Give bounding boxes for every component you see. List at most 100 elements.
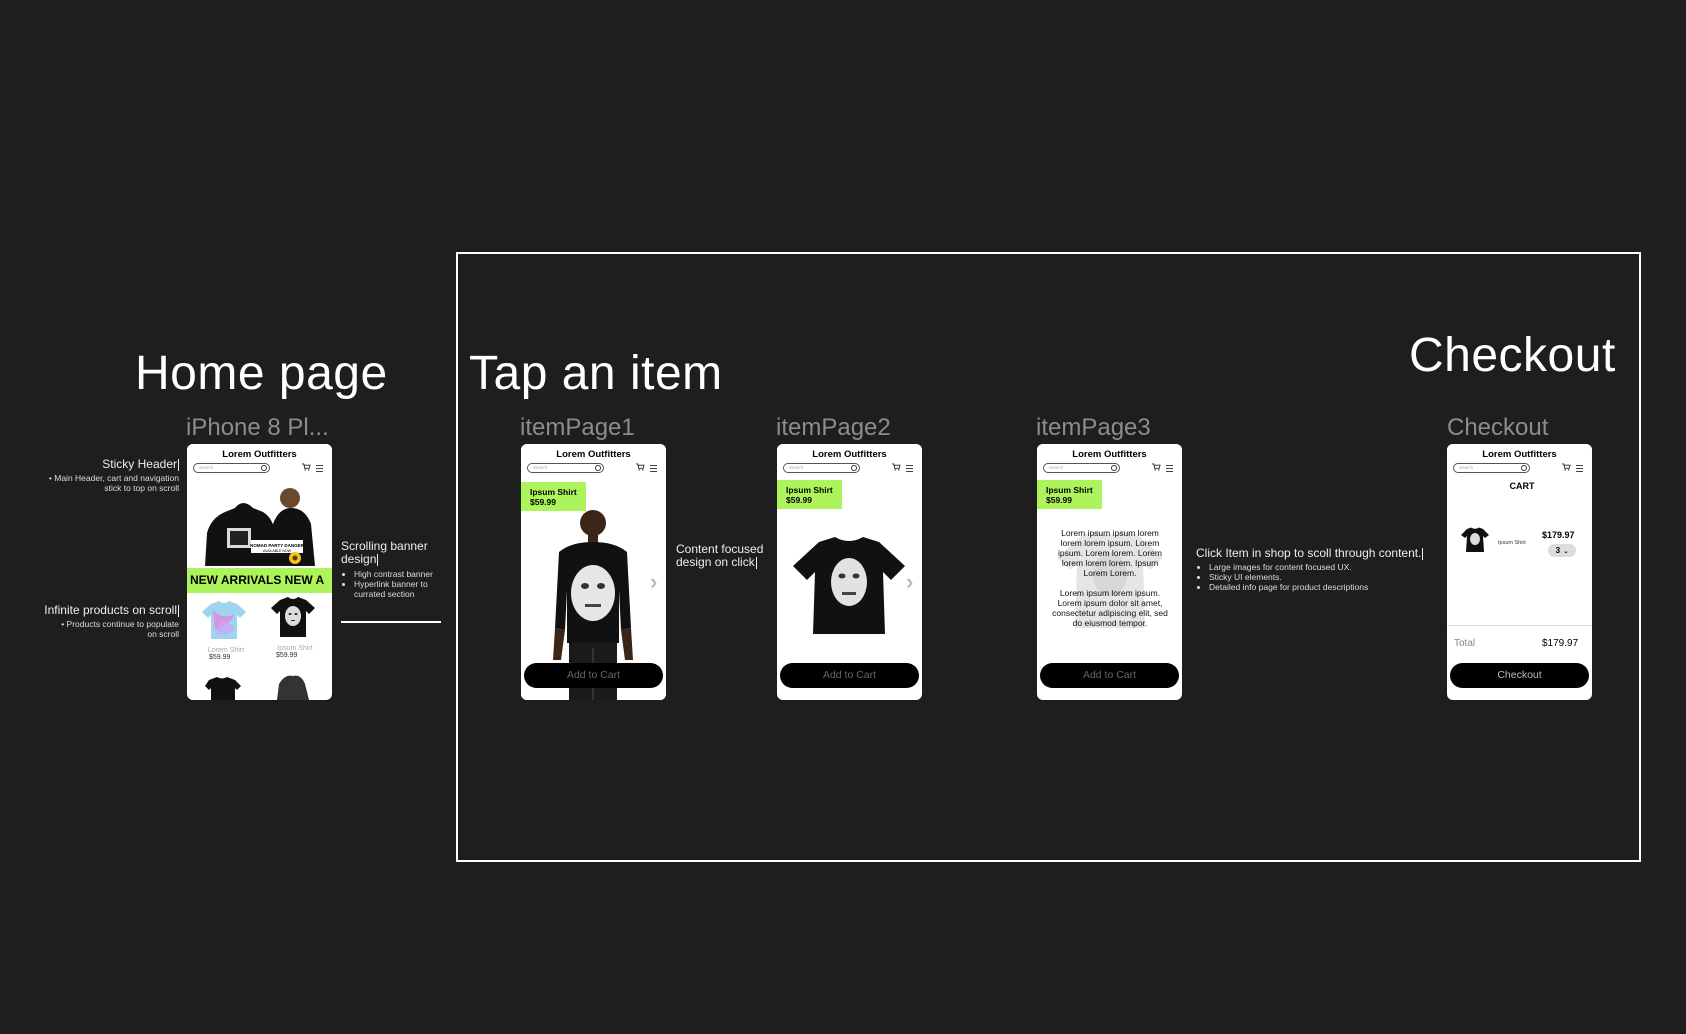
total-value: $179.97 bbox=[1542, 638, 1579, 649]
description-paragraph: Lorem ipsum lorem ipsum. Lorem ipsum dol… bbox=[1052, 588, 1168, 628]
cart-icon[interactable] bbox=[636, 463, 645, 471]
cart-icon[interactable] bbox=[1562, 463, 1571, 471]
frame-label-checkout: Checkout bbox=[1447, 414, 1549, 441]
search-icon bbox=[1521, 465, 1527, 471]
search-placeholder: Search bbox=[199, 465, 214, 470]
search-input[interactable]: Search bbox=[1043, 463, 1120, 473]
search-icon bbox=[1111, 465, 1117, 471]
svg-text:AVAILABLE NOW: AVAILABLE NOW bbox=[263, 549, 292, 553]
add-to-cart-button[interactable]: Add to Cart bbox=[1040, 663, 1179, 688]
svg-text:NOMAD PARTY DANGER: NOMAD PARTY DANGER bbox=[250, 543, 305, 548]
frame-label-item1: itemPage1 bbox=[520, 414, 635, 441]
note-infinite-bullet: Products continue to populate on scroll bbox=[66, 619, 179, 639]
frame-label-item3: itemPage3 bbox=[1036, 414, 1151, 441]
search-input[interactable]: Search bbox=[1453, 463, 1530, 473]
search-icon bbox=[261, 465, 267, 471]
phone-item-page-3: Lorem Outfitters Search Ipsum Shirt $59.… bbox=[1037, 444, 1182, 700]
phone-item-page-1: Lorem Outfitters Search Ipsum Shirt $59.… bbox=[521, 444, 666, 700]
sticky-header: Lorem Outfitters Search bbox=[187, 444, 332, 478]
search-input[interactable]: Search bbox=[783, 463, 860, 473]
section-title-tap: Tap an item bbox=[469, 347, 723, 400]
note-banner-bullet: High contrast banner bbox=[354, 569, 449, 579]
cart-item-image bbox=[1461, 527, 1489, 552]
cart-item-name: Ipsum Shirt bbox=[1498, 540, 1526, 546]
note-banner-bullet: Hyperlink banner to currated section bbox=[354, 579, 449, 599]
divider-line bbox=[341, 621, 441, 623]
sticky-header: Lorem Outfitters Search bbox=[521, 444, 666, 478]
section-title-checkout: Checkout bbox=[1409, 329, 1616, 382]
item-price: $59.99 bbox=[786, 495, 812, 505]
item-name: Ipsum Shirt bbox=[530, 487, 577, 497]
menu-icon[interactable] bbox=[1166, 465, 1173, 472]
chevron-right-icon[interactable]: › bbox=[906, 569, 913, 595]
note-scrolling-banner: Scrolling banner design High contrast ba… bbox=[341, 539, 449, 600]
phone-checkout: Lorem Outfitters Search CART Ipsum Shirt… bbox=[1447, 444, 1592, 700]
product-name: Ipsum Shirt bbox=[277, 645, 313, 652]
shirt-photo[interactable] bbox=[791, 536, 907, 636]
item-tag: Ipsum Shirt $59.99 bbox=[521, 482, 586, 511]
product-card[interactable]: Lorem Shirt $59.99 bbox=[201, 600, 251, 661]
product-price: $59.99 bbox=[276, 652, 298, 659]
add-to-cart-button[interactable]: Add to Cart bbox=[780, 663, 919, 688]
frame-label-home: iPhone 8 Pl... bbox=[186, 414, 329, 441]
brand-title: Lorem Outfitters bbox=[222, 449, 297, 460]
cart-icon[interactable] bbox=[892, 463, 901, 471]
product-image bbox=[271, 597, 315, 637]
search-placeholder: Search bbox=[1459, 465, 1474, 470]
item-tag: Ipsum Shirt $59.99 bbox=[1037, 480, 1102, 509]
note-click-bullet: Detailed info page for product descripti… bbox=[1209, 582, 1436, 592]
menu-icon[interactable] bbox=[906, 465, 913, 472]
more-products[interactable] bbox=[201, 674, 321, 700]
brand-title: Lorem Outfitters bbox=[556, 449, 631, 460]
checkout-button[interactable]: Checkout bbox=[1450, 663, 1589, 688]
note-infinite-title: Infinite products on scroll bbox=[44, 603, 177, 617]
brand-title: Lorem Outfitters bbox=[1482, 449, 1557, 460]
frame-label-item2: itemPage2 bbox=[776, 414, 891, 441]
product-card[interactable]: Ipsum Shirt $59.99 bbox=[270, 596, 320, 659]
item-tag: Ipsum Shirt $59.99 bbox=[777, 480, 842, 509]
hero-image[interactable]: NOMAD PARTY DANGER AVAILABLE NOW bbox=[187, 478, 332, 568]
cart-item-price: $179.97 bbox=[1542, 530, 1575, 540]
brand-title: Lorem Outfitters bbox=[812, 449, 887, 460]
note-click-bullet: Large images for content focused UX. bbox=[1209, 562, 1436, 572]
add-to-cart-button[interactable]: Add to Cart bbox=[524, 663, 663, 688]
new-arrivals-banner[interactable]: NEW ARRIVALS NEW A bbox=[187, 568, 332, 593]
section-title-home: Home page bbox=[135, 347, 388, 400]
product-image bbox=[202, 601, 246, 639]
chevron-right-icon[interactable]: › bbox=[650, 569, 657, 595]
note-content-focused: Content focused design on click bbox=[676, 543, 772, 569]
menu-icon[interactable] bbox=[650, 465, 657, 472]
note-banner-title: Scrolling banner design bbox=[341, 539, 428, 566]
search-placeholder: Search bbox=[533, 465, 548, 470]
quantity-select[interactable]: 3 ⌄ bbox=[1548, 544, 1576, 557]
note-click-title: Click Item in shop to scoll through cont… bbox=[1196, 546, 1422, 560]
total-divider bbox=[1447, 625, 1592, 626]
search-placeholder: Search bbox=[789, 465, 804, 470]
note-content-title: Content focused design on click bbox=[676, 542, 764, 569]
menu-icon[interactable] bbox=[1576, 465, 1583, 472]
total-label: Total bbox=[1454, 638, 1476, 649]
note-sticky-bullet: Main Header, cart and navigation stick t… bbox=[54, 473, 179, 493]
item-description: Lorem ipsum ipsum lorem lorem lorem ipsu… bbox=[1051, 528, 1169, 628]
sticky-header: Lorem Outfitters Search bbox=[777, 444, 922, 478]
product-name: Lorem Shirt bbox=[207, 647, 245, 654]
phone-home: Lorem Outfitters Search NOMAD PARTY DANG… bbox=[187, 444, 332, 700]
cart-icon[interactable] bbox=[1152, 463, 1161, 471]
item-price: $59.99 bbox=[1046, 495, 1072, 505]
note-click-bullet: Sticky UI elements. bbox=[1209, 572, 1436, 582]
brand-title: Lorem Outfitters bbox=[1072, 449, 1147, 460]
search-input[interactable]: Search bbox=[193, 463, 270, 473]
description-paragraph: Lorem ipsum ipsum lorem lorem lorem ipsu… bbox=[1058, 528, 1162, 578]
search-placeholder: Search bbox=[1049, 465, 1064, 470]
chevron-down-icon: ⌄ bbox=[1563, 549, 1569, 555]
item-name: Ipsum Shirt bbox=[786, 485, 833, 495]
menu-icon[interactable] bbox=[316, 465, 323, 472]
cart-icon[interactable] bbox=[302, 463, 311, 471]
product-price: $59.99 bbox=[209, 654, 231, 661]
note-sticky-title: Sticky Header bbox=[102, 457, 177, 471]
note-sticky-header: Sticky Header • Main Header, cart and na… bbox=[48, 457, 179, 493]
search-icon bbox=[851, 465, 857, 471]
search-input[interactable]: Search bbox=[527, 463, 604, 473]
sticky-header: Lorem Outfitters Search bbox=[1447, 444, 1592, 478]
item-price: $59.99 bbox=[530, 497, 556, 507]
